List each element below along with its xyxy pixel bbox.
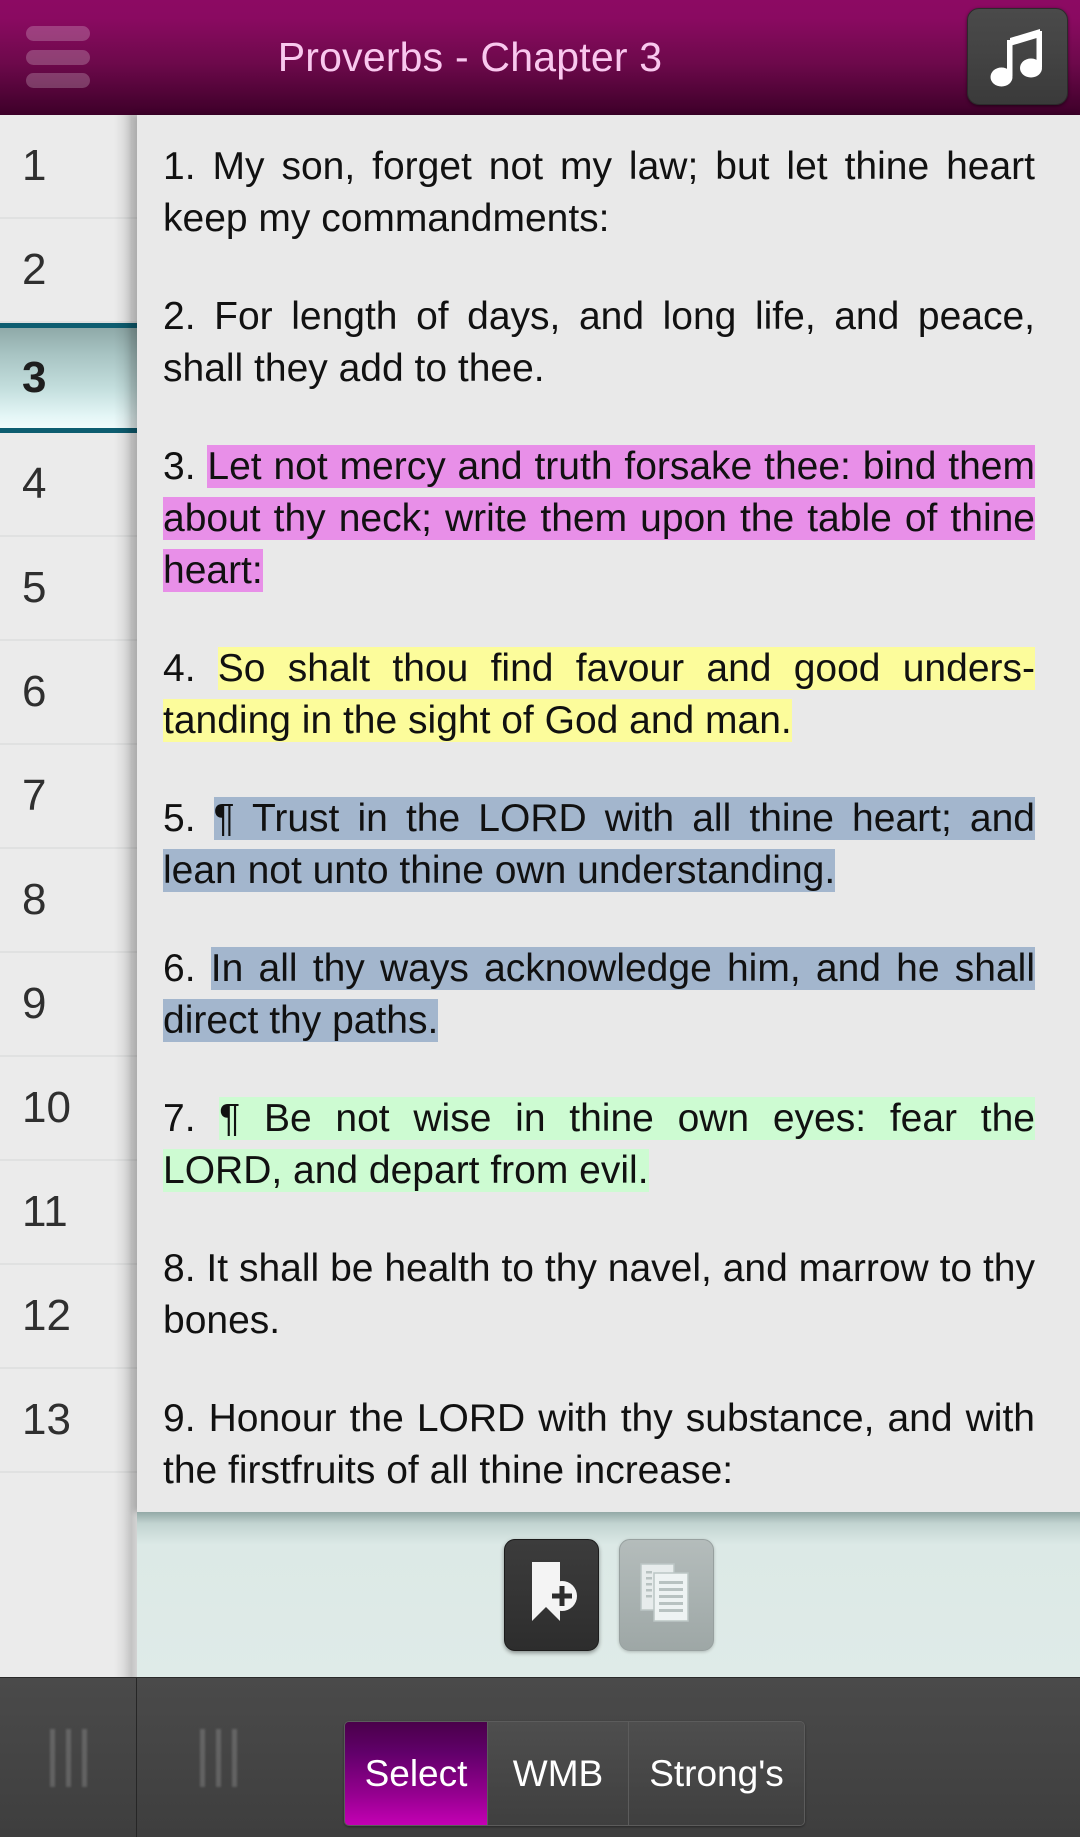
verse-number-item[interactable]: 1 [0, 115, 137, 219]
app-header: Proverbs - Chapter 3 [0, 0, 1080, 115]
verse-marker: 5. [163, 797, 214, 840]
grip-bar-1 [49, 1729, 55, 1787]
verse-number-item[interactable]: 13 [0, 1369, 137, 1473]
verse-paragraph[interactable]: 5. ¶ Trust in the LORD with all thine he… [163, 793, 1035, 897]
verse-number-label: 3 [22, 353, 47, 402]
bottom-navigation-bar: Select WMB Strong's [0, 1677, 1080, 1837]
drag-handle-left[interactable] [0, 1678, 137, 1837]
add-bookmark-button[interactable] [503, 1538, 599, 1651]
verse-number-item[interactable]: 3 [0, 323, 137, 433]
hamburger-bar-1 [26, 26, 90, 41]
verse-number-item[interactable]: 12 [0, 1265, 137, 1369]
verse-marker: 9. [163, 1397, 209, 1440]
verse-body-text[interactable]: Honour the LORD with thy substance, and … [163, 1397, 1035, 1492]
verse-body-text[interactable]: In all thy ways acknowledge him, and he … [163, 947, 1035, 1042]
verse-marker: 8. [163, 1247, 207, 1290]
drag-handle-icon [49, 1729, 87, 1787]
grip-bar-3 [231, 1729, 237, 1787]
copy-pages-icon [636, 1560, 696, 1629]
verse-number-label: 8 [22, 875, 47, 924]
scripture-panel[interactable]: 1. My son, forget not my law; but let th… [137, 115, 1080, 1512]
tab-wmb[interactable]: WMB [488, 1722, 629, 1825]
verse-paragraph[interactable]: 1. My son, forget not my law; but let th… [163, 141, 1035, 245]
verse-number-label: 10 [22, 1083, 71, 1132]
verse-paragraph[interactable]: 6. In all thy ways acknowledge him, and … [163, 943, 1035, 1047]
reader-body: 1 2 3 4 5 6 7 8 9 10 11 12 13 1. My son, forget not … [0, 115, 1080, 1677]
verse-body-text[interactable]: It shall be health to thy navel, and mar… [163, 1247, 1035, 1342]
copy-verse-button[interactable] [618, 1538, 714, 1651]
verse-body-text[interactable]: Let not mercy and truth forsake thee: bi… [163, 445, 1035, 592]
verse-action-bar [137, 1512, 1080, 1677]
verse-paragraph[interactable]: 9. Honour the LORD with thy substance, a… [163, 1393, 1035, 1497]
music-button[interactable] [967, 8, 1068, 105]
verse-number-item[interactable]: 5 [0, 537, 137, 641]
verse-number-sidebar[interactable]: 1 2 3 4 5 6 7 8 9 10 11 12 13 [0, 115, 137, 1677]
verse-body-text[interactable]: So shalt thou find favour and good under… [163, 647, 1035, 742]
hamburger-bar-3 [26, 73, 90, 88]
mode-segmented-control[interactable]: Select WMB Strong's [344, 1721, 805, 1826]
verse-number-label: 4 [22, 459, 47, 508]
verse-paragraph[interactable]: 8. It shall be health to thy navel, and … [163, 1243, 1035, 1347]
grip-bar-2 [215, 1729, 221, 1787]
verse-number-label: 7 [22, 771, 47, 820]
verse-body-text[interactable]: ¶ Be not wise in thine own eyes: fear th… [163, 1097, 1035, 1192]
verse-number-label: 9 [22, 979, 47, 1028]
scripture-text-container: 1. My son, forget not my law; but let th… [137, 115, 1080, 1497]
grip-bar-1 [199, 1729, 205, 1787]
verse-marker: 2. [163, 295, 215, 338]
verse-number-item[interactable]: 11 [0, 1161, 137, 1265]
music-note-icon [990, 24, 1046, 90]
hamburger-bar-2 [26, 49, 90, 65]
verse-paragraph[interactable]: 4. So shalt thou find favour and good un… [163, 643, 1035, 747]
verse-paragraph[interactable]: 2. For length of days, and long life, an… [163, 291, 1035, 395]
verse-number-label: 5 [22, 563, 47, 612]
verse-marker: 1. [163, 145, 213, 188]
page-title: Proverbs - Chapter 3 [277, 34, 663, 80]
bookmark-add-icon [522, 1559, 580, 1630]
verse-marker: 7. [163, 1097, 220, 1140]
verse-number-label: 2 [22, 245, 47, 294]
verse-number-item[interactable]: 9 [0, 953, 137, 1057]
verse-number-item[interactable]: 2 [0, 219, 137, 323]
drag-handle-right[interactable] [138, 1678, 298, 1837]
verse-paragraph[interactable]: 7. ¶ Be not wise in thine own eyes: fear… [163, 1093, 1035, 1197]
verse-number-label: 1 [22, 141, 47, 190]
grip-bar-2 [65, 1729, 71, 1787]
verse-number-item[interactable]: 10 [0, 1057, 137, 1161]
verse-number-item[interactable]: 7 [0, 745, 137, 849]
verse-number-item[interactable]: 6 [0, 641, 137, 745]
verse-marker: 6. [163, 947, 211, 990]
tab-strongs[interactable]: Strong's [629, 1722, 804, 1825]
verse-body-text[interactable]: My son, forget not my law; but let thine… [163, 145, 1035, 240]
grip-bar-3 [81, 1729, 87, 1787]
verse-paragraph[interactable]: 3. Let not mercy and truth forsake thee:… [163, 441, 1035, 597]
verse-number-label: 11 [22, 1187, 68, 1236]
verse-number-label: 13 [22, 1395, 71, 1444]
tab-select[interactable]: Select [345, 1722, 488, 1825]
hamburger-menu-icon[interactable] [26, 26, 90, 88]
drag-handle-icon [199, 1729, 237, 1787]
verse-number-item[interactable]: 8 [0, 849, 137, 953]
verse-number-label: 12 [22, 1291, 71, 1340]
verse-marker: 4. [163, 647, 218, 690]
verse-number-item[interactable]: 4 [0, 433, 137, 537]
verse-body-text[interactable]: ¶ Trust in the LORD with all thine heart… [163, 797, 1035, 892]
verse-body-text[interactable]: For length of days, and long life, and p… [163, 295, 1035, 390]
verse-marker: 3. [163, 445, 208, 488]
verse-number-label: 6 [22, 667, 47, 716]
bible-reader-app: Proverbs - Chapter 3 1 2 3 4 5 6 7 8 9 10 11 12 13 1… [0, 0, 1080, 1837]
